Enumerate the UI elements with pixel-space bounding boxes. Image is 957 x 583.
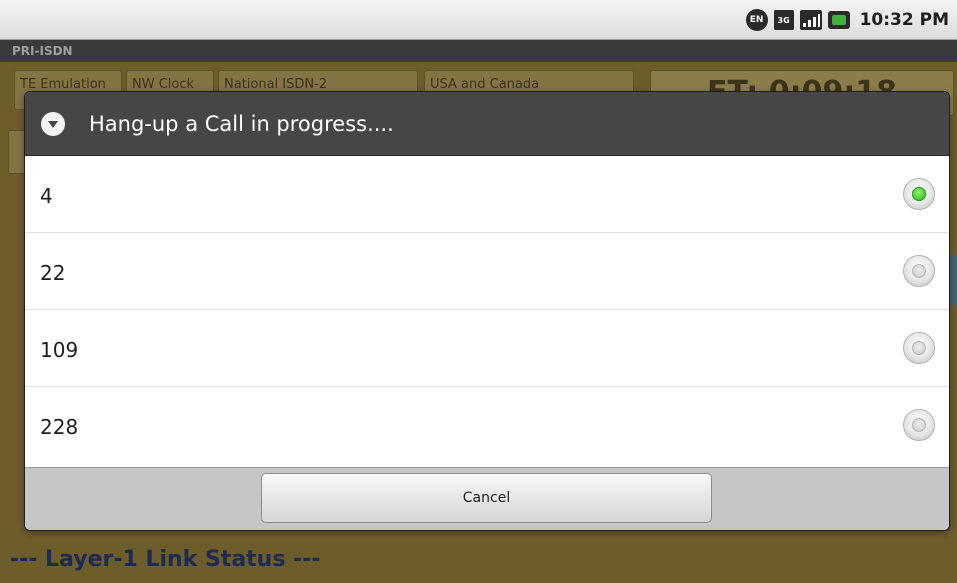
app-title: PRI-ISDN bbox=[12, 44, 73, 58]
call-option-label: 4 bbox=[40, 184, 53, 208]
radio-dot bbox=[912, 264, 926, 278]
radio-dot bbox=[912, 418, 926, 432]
call-option-228[interactable]: 228 bbox=[25, 387, 949, 467]
call-option-label: 228 bbox=[40, 415, 79, 439]
call-option-109[interactable]: 109 bbox=[25, 310, 949, 387]
call-option-label: 109 bbox=[40, 338, 79, 362]
call-option-4[interactable]: 4 bbox=[25, 156, 949, 233]
radio-button[interactable] bbox=[903, 409, 935, 441]
call-option-label: 22 bbox=[40, 261, 66, 285]
status-icons: EN 3G 10:32 PM bbox=[745, 8, 949, 32]
3g-icon: 3G bbox=[773, 10, 794, 30]
radio-button[interactable] bbox=[903, 255, 935, 287]
call-option-22[interactable]: 22 bbox=[25, 233, 949, 310]
dialog-title: Hang-up a Call in progress.... bbox=[89, 112, 394, 136]
app-title-bar: PRI-ISDN bbox=[0, 40, 957, 62]
call-options-list: 4 22 109 228 bbox=[25, 156, 949, 467]
dialog-header: Hang-up a Call in progress.... bbox=[25, 92, 949, 156]
side-scroll-strip bbox=[948, 255, 957, 305]
radio-button[interactable] bbox=[903, 332, 935, 364]
battery-icon bbox=[827, 11, 850, 29]
radio-button-selected[interactable] bbox=[903, 178, 935, 210]
cancel-button[interactable]: Cancel bbox=[261, 473, 712, 523]
hangup-call-dialog: Hang-up a Call in progress.... 4 22 109 … bbox=[25, 92, 949, 530]
status-bar: EN 3G 10:32 PM bbox=[0, 0, 957, 40]
radio-dot bbox=[912, 187, 926, 201]
en-keyboard-icon: EN bbox=[745, 9, 768, 31]
android-screen: EN 3G 10:32 PM PRI-ISDN TE Emulation NW … bbox=[0, 0, 957, 583]
dialog-footer: Cancel bbox=[25, 467, 949, 530]
chevron-down-circle-icon bbox=[41, 112, 65, 136]
layer-1-link-status: --- Layer-1 Link Status --- bbox=[10, 547, 321, 572]
signal-icon bbox=[799, 10, 822, 30]
status-time: 10:32 PM bbox=[859, 10, 949, 30]
radio-dot bbox=[912, 341, 926, 355]
